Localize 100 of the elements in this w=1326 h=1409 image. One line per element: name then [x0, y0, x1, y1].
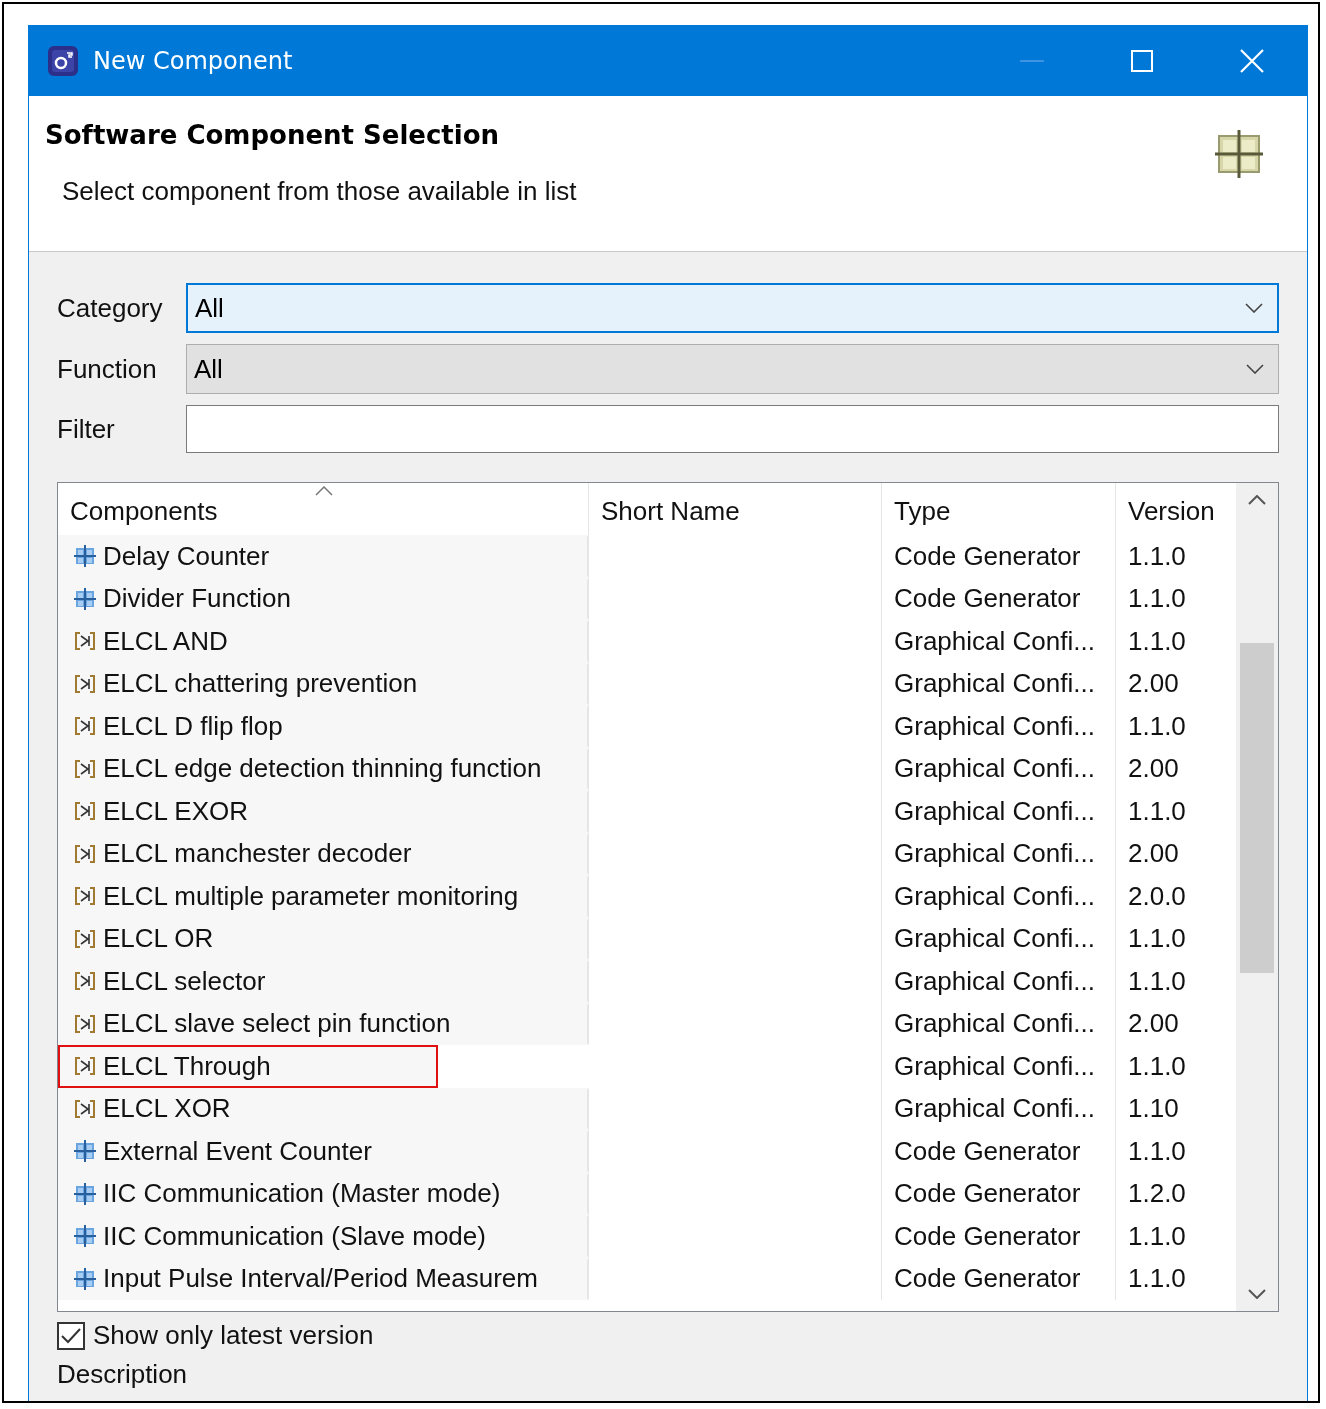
sort-caret-icon — [315, 486, 333, 496]
table-cell-text: 1.1.0 — [1127, 964, 1187, 998]
table-cell-text: 1.1.0 — [1127, 624, 1187, 658]
table-cell: Code Generator — [882, 1172, 1116, 1215]
bracket-icon — [74, 1012, 96, 1035]
table-cell-text: 2.00 — [1127, 837, 1180, 871]
table-cell: Graphical Confi... — [882, 1045, 1116, 1088]
bracket-icon — [74, 885, 96, 908]
table-cell[interactable]: ELCL edge detection thinning function — [58, 747, 589, 790]
grid-icon — [74, 1225, 96, 1248]
table-cell: Code Generator — [882, 535, 1116, 578]
table-cell[interactable]: ELCL slave select pin function — [58, 1002, 589, 1045]
bracket-icon — [74, 757, 96, 780]
chevron-down-icon — [1246, 364, 1264, 374]
table-cell: Graphical Confi... — [882, 1087, 1116, 1130]
table-cell: Graphical Confi... — [882, 832, 1116, 875]
table-cell[interactable]: ELCL multiple parameter monitoring — [58, 875, 589, 918]
table-cell: Graphical Confi... — [882, 1002, 1116, 1045]
table-cell-text: 1.1.0 — [1127, 1134, 1187, 1168]
checkbox[interactable] — [57, 1321, 85, 1350]
table-cell: Code Generator — [882, 1130, 1116, 1173]
scroll-down-icon — [1248, 1289, 1266, 1299]
bracket-icon — [74, 970, 96, 993]
page-subtitle: Select component from those available in list — [62, 176, 577, 207]
description-label: Description — [57, 1359, 189, 1390]
app-icon — [47, 45, 79, 77]
bracket-icon — [74, 715, 96, 738]
checkmark-icon — [60, 1326, 82, 1345]
grid-icon — [74, 545, 96, 568]
grid-icon — [74, 1140, 96, 1163]
minimize-icon — [1020, 59, 1044, 63]
table-cell: Graphical Confi... — [882, 620, 1116, 663]
grid-icon — [74, 1182, 96, 1205]
maximize-icon — [1131, 50, 1153, 72]
column-header[interactable]: Short Name — [589, 483, 882, 535]
grid-icon — [74, 1267, 96, 1290]
table-cell-text: 1.1.0 — [1127, 1262, 1187, 1296]
scroll-up-icon — [1248, 495, 1266, 505]
latest-version-checkbox[interactable]: Show only latest version — [57, 1320, 1279, 1351]
bracket-icon — [74, 927, 96, 950]
table-cell[interactable]: Input Pulse Interval/Period Measurem — [58, 1257, 589, 1300]
column-header[interactable]: Version — [1116, 483, 1232, 535]
table-cell-text: 2.00 — [1127, 1007, 1180, 1041]
table-cell: Graphical Confi... — [882, 662, 1116, 705]
table-cell: Code Generator — [882, 1215, 1116, 1258]
bracket-icon — [74, 630, 96, 653]
table-cell[interactable]: External Event Counter — [58, 1130, 589, 1173]
table-cell[interactable]: ELCL D flip flop — [58, 705, 589, 748]
table-cell[interactable]: IIC Communication (Master mode) — [58, 1172, 589, 1215]
table-cell-text: 2.00 — [1127, 667, 1180, 701]
bracket-icon — [74, 672, 96, 695]
table-cell[interactable]: ELCL manchester decoder — [58, 832, 589, 875]
window-title: New Component — [93, 47, 293, 75]
grid-icon — [74, 587, 96, 610]
chevron-down-icon — [1245, 303, 1263, 313]
table-cell: Code Generator — [882, 1257, 1116, 1300]
field-label: Function — [57, 353, 158, 385]
table-cell-text: 1.1.0 — [1127, 922, 1187, 956]
table-cell[interactable]: ELCL selector — [58, 960, 589, 1003]
table-cell-text: 1.1.0 — [1127, 1219, 1187, 1253]
table-cell-text: 1.10 — [1127, 1092, 1180, 1126]
table-cell[interactable]: IIC Communication (Slave mode) — [58, 1215, 589, 1258]
table-cell: Graphical Confi... — [882, 875, 1116, 918]
filter-field[interactable] — [186, 405, 1279, 453]
column-header[interactable]: Type — [882, 483, 1116, 535]
table-cell: Graphical Confi... — [882, 790, 1116, 833]
table-cell-text: 1.1.0 — [1127, 539, 1187, 573]
table-cell-text: 1.1.0 — [1127, 582, 1187, 616]
scrollbar[interactable] — [1236, 483, 1278, 1311]
bracket-icon — [74, 1097, 96, 1120]
dropdown[interactable]: All — [186, 283, 1279, 333]
table-cell[interactable]: Divider Function — [58, 577, 589, 620]
scroll-thumb[interactable] — [1240, 643, 1274, 973]
table-cell: Graphical Confi... — [882, 917, 1116, 960]
table-cell: Code Generator — [882, 577, 1116, 620]
table-cell[interactable]: ELCL chattering prevention — [58, 662, 589, 705]
table-cell[interactable]: ELCL EXOR — [58, 790, 589, 833]
table-cell[interactable]: Delay Counter — [58, 535, 589, 578]
table-cell-text: 2.0.0 — [1127, 879, 1187, 913]
table-cell: Graphical Confi... — [882, 960, 1116, 1003]
table-cell-text: 1.2.0 — [1127, 1177, 1187, 1211]
table-cell: Graphical Confi... — [882, 747, 1116, 790]
table-cell[interactable]: ELCL XOR — [58, 1087, 589, 1130]
bracket-icon — [74, 800, 96, 823]
dropdown[interactable]: All — [186, 344, 1279, 394]
table-cell-text: 1.1.0 — [1127, 1049, 1187, 1083]
close-icon — [1240, 49, 1264, 73]
grid-icon — [1215, 130, 1263, 178]
page-title: Software Component Selection — [45, 120, 501, 150]
table-cell[interactable]: ELCL OR — [58, 917, 589, 960]
table-cell-text: 1.1.0 — [1127, 794, 1187, 828]
field-label: Category — [57, 292, 164, 324]
field-label: Filter — [57, 413, 116, 445]
table-cell[interactable]: ELCL Through — [58, 1045, 438, 1088]
table-cell[interactable]: ELCL AND — [58, 620, 589, 663]
bracket-icon — [74, 1055, 96, 1078]
table-cell-text: 2.00 — [1127, 752, 1180, 786]
bracket-icon — [74, 842, 96, 865]
table-cell-text: 1.1.0 — [1127, 709, 1187, 743]
table-cell: Graphical Confi... — [882, 705, 1116, 748]
